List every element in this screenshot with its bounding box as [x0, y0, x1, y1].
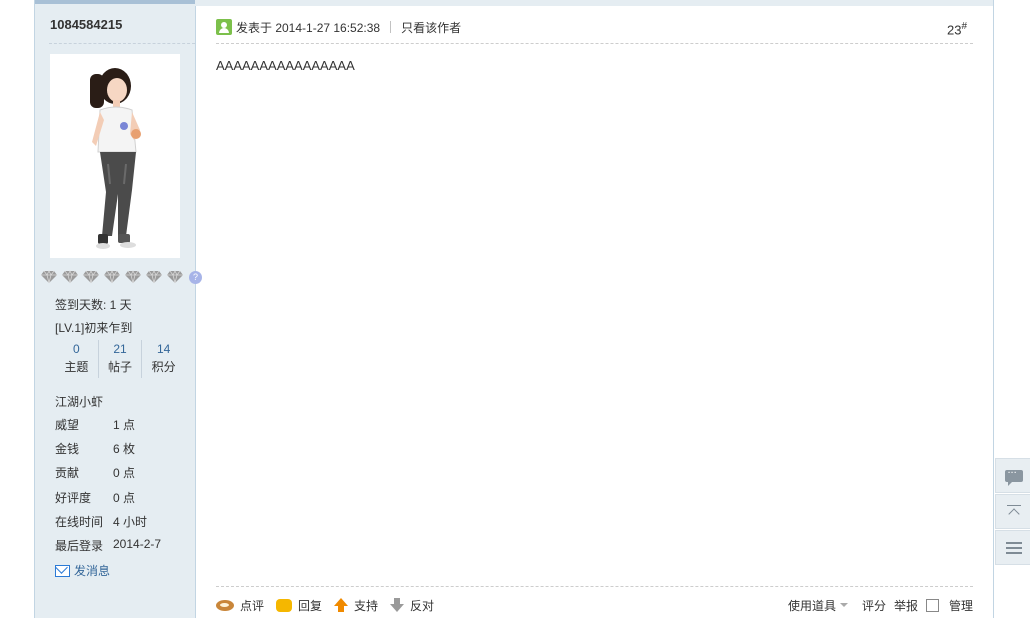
post-header: 发表于 2014-1-27 16:52:38 只看该作者 23# — [216, 17, 973, 37]
coffee-cup-icon — [216, 599, 234, 611]
stat-posts-label: 帖子 — [108, 360, 133, 374]
diamond-medal-icon[interactable] — [62, 270, 78, 284]
info-row-contribution: 贡献 0 点 — [55, 464, 135, 482]
list-icon — [1005, 541, 1022, 554]
info-row-rating: 好评度 0 点 — [55, 489, 135, 507]
floor-mark: # — [961, 21, 967, 32]
medal-row: ? — [41, 270, 202, 286]
comment-label: 点评 — [240, 598, 265, 613]
diamond-medal-icon[interactable] — [146, 270, 162, 284]
mail-icon — [55, 564, 70, 577]
support-button[interactable]: 支持 — [334, 597, 378, 614]
online-user-icon — [216, 19, 232, 35]
info-value: 4 小时 — [113, 515, 148, 529]
header-separator — [390, 21, 392, 33]
manage-checkbox[interactable] — [925, 598, 939, 612]
signin-days: 签到天数: 1 天 — [55, 298, 132, 312]
user-level[interactable]: [LV.1]初来乍到 — [55, 319, 132, 336]
info-value: 0 点 — [113, 491, 136, 505]
speech-bubble-icon — [276, 598, 293, 612]
post-content: AAAAAAAAAAAAAAAA — [216, 58, 355, 73]
info-row-last-login: 最后登录 2014-2-7 — [55, 537, 161, 555]
info-value: 2014-2-7 — [113, 537, 162, 551]
diamond-medal-icon[interactable] — [83, 270, 99, 284]
header-divider — [216, 43, 973, 44]
info-row-online-time: 在线时间 4 小时 — [55, 513, 147, 531]
floor-value: 23 — [946, 22, 962, 38]
use-tools-label: 使用道具 — [787, 598, 836, 613]
info-row-prestige: 威望 1 点 — [55, 416, 135, 434]
oppose-button[interactable]: 反对 — [390, 597, 434, 614]
author-username[interactable]: 1084584215 — [50, 17, 122, 32]
stat-posts[interactable]: 21 帖子 — [99, 340, 143, 378]
report-link[interactable]: 举报 — [894, 597, 918, 614]
post-actions: 点评 回复 支持 反对 使用道具 评分 举报 管理 — [216, 595, 973, 615]
quick-reply-button[interactable] — [995, 458, 1030, 493]
info-row-money: 金钱 6 枚 — [55, 440, 135, 458]
info-key: 威望 — [55, 418, 80, 432]
username-divider — [49, 43, 195, 44]
frame-right-border — [993, 0, 994, 618]
stat-threads-value[interactable]: 0 — [55, 340, 98, 358]
info-key: 好评度 — [55, 491, 92, 505]
info-value: 0 点 — [113, 466, 136, 480]
post-top-bar-accent — [35, 0, 195, 4]
stat-posts-value[interactable]: 21 — [99, 340, 142, 358]
manage-label[interactable]: 管理 — [949, 597, 973, 614]
author-sidebar: 1084584215 ? 签到天数: 1 天 [LV.1]初来乍到 0 主题 2… — [35, 6, 202, 618]
avatar-figure — [90, 68, 141, 249]
info-key: 在线时间 — [55, 515, 104, 529]
post-timestamp: 发表于 2014-1-27 16:52:38 — [236, 20, 381, 35]
info-value: 6 枚 — [113, 442, 136, 456]
chevron-down-icon — [839, 603, 848, 607]
use-tools-dropdown[interactable]: 使用道具 — [788, 597, 848, 614]
info-key: 金钱 — [55, 442, 80, 456]
footer-divider — [216, 586, 973, 587]
stat-credits-label: 积分 — [151, 360, 176, 374]
medal-help-icon[interactable]: ? — [189, 271, 202, 284]
stat-threads[interactable]: 0 主题 — [55, 340, 99, 378]
send-message-label: 发消息 — [74, 564, 111, 578]
floating-toolbar — [995, 458, 1030, 566]
stat-credits-value[interactable]: 14 — [142, 340, 185, 358]
diamond-medal-icon[interactable] — [125, 270, 141, 284]
arrow-down-icon — [390, 598, 405, 612]
user-group: 江湖小虾 — [55, 395, 104, 409]
avatar[interactable] — [50, 54, 180, 258]
info-value: 1 点 — [113, 418, 136, 432]
user-stats: 0 主题 21 帖子 14 积分 — [55, 340, 185, 378]
chat-bubble-icon — [1004, 464, 1023, 486]
floor-number[interactable]: 23# — [947, 21, 967, 37]
info-key: 最后登录 — [55, 539, 104, 553]
back-to-top-icon — [1006, 504, 1021, 519]
diamond-medal-icon[interactable] — [104, 270, 120, 284]
back-to-list-button[interactable] — [995, 530, 1030, 565]
reply-button[interactable]: 回复 — [276, 597, 322, 614]
rate-link[interactable]: 评分 — [862, 597, 886, 614]
info-key: 贡献 — [55, 466, 80, 480]
back-to-top-button[interactable] — [995, 494, 1030, 529]
reply-label: 回复 — [298, 598, 323, 613]
send-message-link[interactable]: 发消息 — [55, 562, 110, 579]
stat-threads-label: 主题 — [64, 360, 89, 374]
diamond-medal-icon[interactable] — [167, 270, 183, 284]
arrow-up-icon — [334, 598, 349, 612]
diamond-medal-icon[interactable] — [41, 270, 57, 284]
comment-button[interactable]: 点评 — [216, 597, 264, 614]
support-label: 支持 — [354, 598, 379, 613]
stat-credits[interactable]: 14 积分 — [142, 340, 185, 378]
oppose-label: 反对 — [410, 598, 435, 613]
post-actions-right: 使用道具 评分 举报 管理 — [788, 597, 973, 614]
only-author-link[interactable]: 只看该作者 — [401, 19, 461, 36]
